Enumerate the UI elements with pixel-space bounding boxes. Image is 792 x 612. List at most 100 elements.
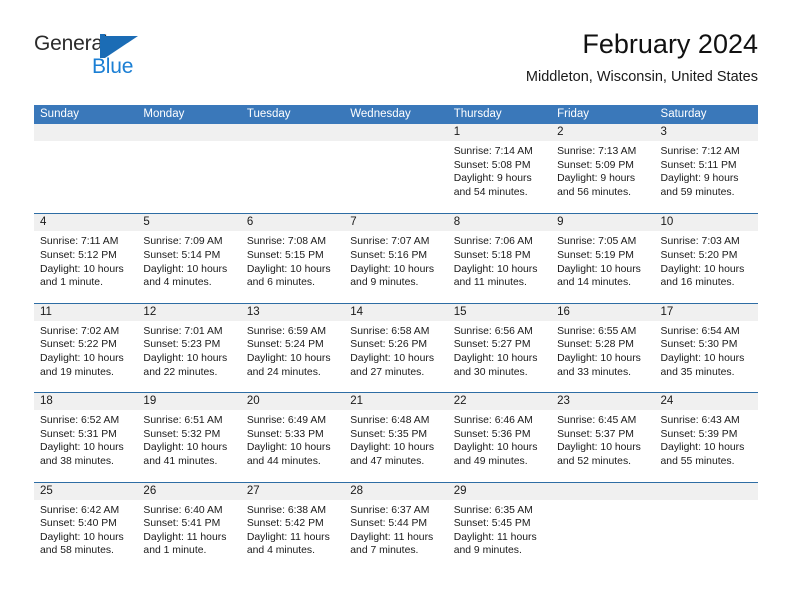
day-cell[interactable]: Sunrise: 6:54 AM Sunset: 5:30 PM Daylight:… <box>655 321 758 379</box>
day-cell[interactable]: Sunrise: 6:37 AM Sunset: 5:44 PM Daylight:… <box>344 500 447 558</box>
day-number[interactable]: 18 <box>34 393 137 410</box>
day-cell[interactable]: Sunrise: 7:13 AM Sunset: 5:09 PM Daylight:… <box>551 141 654 199</box>
day-cell[interactable]: Sunrise: 6:35 AM Sunset: 5:45 PM Daylight:… <box>448 500 551 558</box>
weekday-header-thursday: Thursday <box>453 108 502 120</box>
sunrise-text: Sunrise: 7:12 AM <box>660 146 740 157</box>
day-number[interactable]: 24 <box>655 393 758 410</box>
day-cell[interactable]: Sunrise: 6:42 AM Sunset: 5:40 PM Daylight:… <box>34 500 137 558</box>
day-number-empty <box>137 124 240 141</box>
day-number[interactable]: 25 <box>34 483 137 500</box>
sunset-text: Sunset: 5:32 PM <box>143 428 221 440</box>
daylight-text-line1: Daylight: 10 hours <box>143 352 228 364</box>
day-number[interactable]: 19 <box>137 393 240 410</box>
sunrise-text: Sunrise: 6:54 AM <box>660 325 740 337</box>
day-cell[interactable]: Sunrise: 7:08 AM Sunset: 5:15 PM Daylight:… <box>241 231 344 289</box>
daylight-text-line1: Daylight: 10 hours <box>350 442 435 454</box>
day-number[interactable]: 6 <box>241 214 344 231</box>
day-number[interactable]: 17 <box>655 304 758 321</box>
day-number[interactable]: 1 <box>448 124 551 141</box>
day-number[interactable]: 15 <box>448 304 551 321</box>
sunset-text: Sunset: 5:30 PM <box>660 339 738 351</box>
day-number[interactable]: 20 <box>241 393 344 410</box>
day-cell[interactable]: Sunrise: 6:52 AM Sunset: 5:31 PM Daylight:… <box>34 410 137 468</box>
sunset-text: Sunset: 5:12 PM <box>40 249 117 261</box>
day-cell[interactable]: Sunrise: 7:03 AM Sunset: 5:20 PM Daylight:… <box>655 231 758 289</box>
day-number[interactable]: 28 <box>344 483 447 500</box>
daylight-text-line1: Daylight: 9 hours <box>453 173 532 185</box>
day-number-band: 123 <box>34 124 758 141</box>
weekday-header-tuesday: Tuesday <box>246 108 291 120</box>
day-number[interactable]: 13 <box>241 304 344 321</box>
weekday-header-row: Sunday Monday Tuesday Wednesday Thursday Frid… <box>34 105 758 124</box>
sunrise-text: Sunrise: 6:49 AM <box>246 415 326 427</box>
daylight-text-line1: Daylight: 10 hours <box>557 442 641 454</box>
weekday-header-sunday: Sunday <box>40 108 80 120</box>
daylight-text-line1: Daylight: 10 hours <box>40 263 124 275</box>
day-cell[interactable]: Sunrise: 6:48 AM Sunset: 5:35 PM Daylight:… <box>344 410 447 468</box>
day-cell-empty <box>137 141 240 199</box>
day-cell[interactable]: Sunrise: 7:02 AM Sunset: 5:22 PM Daylight:… <box>34 321 137 379</box>
day-number[interactable]: 12 <box>137 304 240 321</box>
day-cell[interactable]: Sunrise: 6:59 AM Sunset: 5:24 PM Daylight:… <box>241 321 344 379</box>
day-number[interactable]: 3 <box>655 124 758 141</box>
day-cell[interactable]: Sunrise: 7:12 AM Sunset: 5:11 PM Daylight:… <box>655 141 758 199</box>
day-number[interactable]: 21 <box>344 393 447 410</box>
day-number-empty <box>551 483 654 500</box>
day-cell[interactable]: Sunrise: 6:55 AM Sunset: 5:28 PM Daylight:… <box>551 321 654 379</box>
day-number[interactable]: 4 <box>34 214 137 231</box>
day-number[interactable]: 29 <box>448 483 551 500</box>
day-cell[interactable]: Sunrise: 6:51 AM Sunset: 5:32 PM Daylight:… <box>137 410 240 468</box>
day-number-empty <box>241 124 344 141</box>
day-cell[interactable]: Sunrise: 6:46 AM Sunset: 5:36 PM Daylight:… <box>448 410 551 468</box>
day-number[interactable]: 5 <box>137 214 240 231</box>
sunset-text: Sunset: 5:19 PM <box>557 249 634 261</box>
location-subtitle: Middleton, Wisconsin, United States <box>525 69 758 85</box>
day-number-empty <box>34 124 137 141</box>
sunset-text: Sunset: 5:20 PM <box>660 249 738 261</box>
daylight-text-line2: and 44 minutes. <box>246 455 321 467</box>
calendar-grid: Sunday Monday Tuesday Wednesday Thursday Frid… <box>34 105 758 571</box>
day-cell[interactable]: Sunrise: 7:06 AM Sunset: 5:18 PM Daylight:… <box>448 231 551 289</box>
sunrise-text: Sunrise: 6:48 AM <box>350 415 430 427</box>
daylight-text-line2: and 9 minutes. <box>350 277 419 289</box>
daylight-text-line1: Daylight: 10 hours <box>453 263 538 275</box>
day-number[interactable]: 11 <box>34 304 137 321</box>
sunrise-text: Sunrise: 6:40 AM <box>143 504 223 516</box>
day-number[interactable]: 22 <box>448 393 551 410</box>
brand-name-blue: Blue <box>92 55 134 78</box>
day-cell[interactable]: Sunrise: 6:38 AM Sunset: 5:42 PM Daylight:… <box>241 500 344 558</box>
day-cell[interactable]: Sunrise: 7:11 AM Sunset: 5:12 PM Daylight:… <box>34 231 137 289</box>
daylight-text-line2: and 54 minutes. <box>453 186 528 198</box>
daylight-text-line1: Daylight: 10 hours <box>453 442 538 454</box>
day-cell[interactable]: Sunrise: 6:49 AM Sunset: 5:33 PM Daylight:… <box>241 410 344 468</box>
sunrise-text: Sunrise: 7:03 AM <box>660 236 740 248</box>
day-number[interactable]: 9 <box>551 214 654 231</box>
day-cell-empty <box>551 500 654 558</box>
day-cell[interactable]: Sunrise: 6:58 AM Sunset: 5:26 PM Daylight:… <box>344 321 447 379</box>
day-cell[interactable]: Sunrise: 6:45 AM Sunset: 5:37 PM Daylight:… <box>551 410 654 468</box>
day-cell[interactable]: Sunrise: 6:40 AM Sunset: 5:41 PM Daylight:… <box>137 500 240 558</box>
daylight-text-line1: Daylight: 10 hours <box>660 263 745 275</box>
day-number[interactable]: 2 <box>551 124 654 141</box>
sunrise-text: Sunrise: 7:05 AM <box>557 236 637 248</box>
day-number[interactable]: 27 <box>241 483 344 500</box>
day-number[interactable]: 7 <box>344 214 447 231</box>
day-cell[interactable]: Sunrise: 7:05 AM Sunset: 5:19 PM Daylight:… <box>551 231 654 289</box>
day-cell[interactable]: Sunrise: 7:09 AM Sunset: 5:14 PM Daylight:… <box>137 231 240 289</box>
daylight-text-line2: and 56 minutes. <box>557 186 632 198</box>
day-number[interactable]: 10 <box>655 214 758 231</box>
day-number[interactable]: 26 <box>137 483 240 500</box>
day-number[interactable]: 8 <box>448 214 551 231</box>
sunrise-text: Sunrise: 7:01 AM <box>143 325 223 337</box>
day-cell[interactable]: Sunrise: 7:01 AM Sunset: 5:23 PM Daylight:… <box>137 321 240 379</box>
day-cell[interactable]: Sunrise: 7:07 AM Sunset: 5:16 PM Daylight:… <box>344 231 447 289</box>
day-cell[interactable]: Sunrise: 7:14 AM Sunset: 5:08 PM Daylight:… <box>448 141 551 199</box>
day-number[interactable]: 14 <box>344 304 447 321</box>
sunrise-text: Sunrise: 6:38 AM <box>246 504 326 516</box>
day-number[interactable]: 23 <box>551 393 654 410</box>
day-cell[interactable]: Sunrise: 6:56 AM Sunset: 5:27 PM Daylight:… <box>448 321 551 379</box>
daylight-text-line1: Daylight: 10 hours <box>143 263 228 275</box>
day-cell[interactable]: Sunrise: 6:43 AM Sunset: 5:39 PM Daylight:… <box>655 410 758 468</box>
sunset-text: Sunset: 5:40 PM <box>40 518 117 530</box>
day-number[interactable]: 16 <box>551 304 654 321</box>
